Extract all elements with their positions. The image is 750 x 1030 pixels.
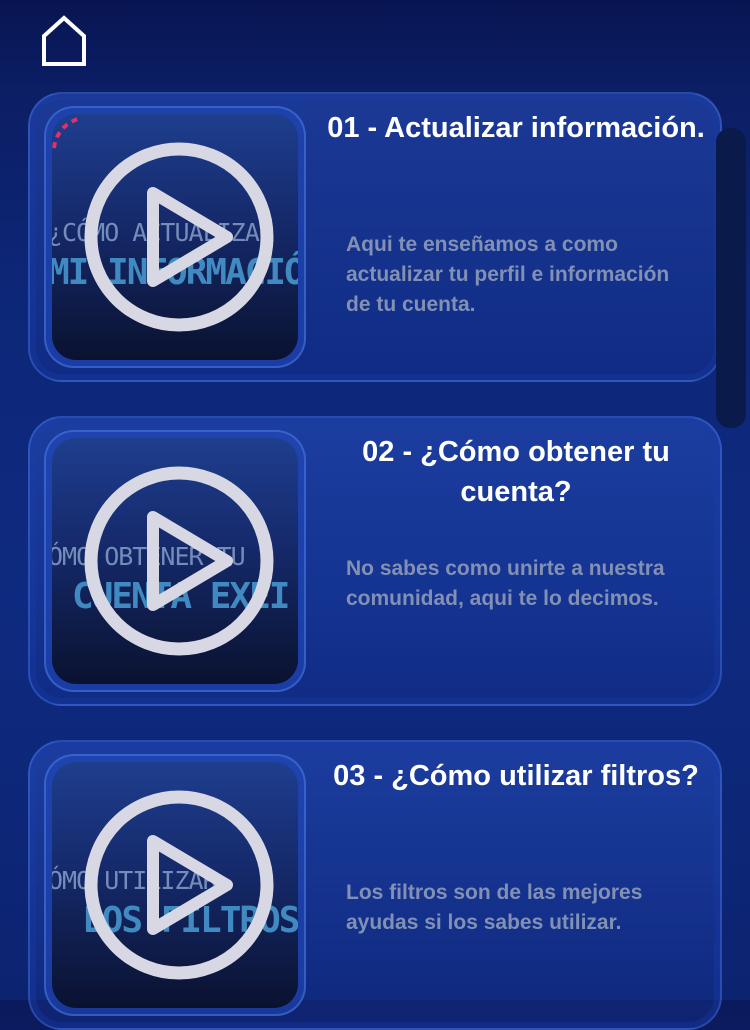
home-button[interactable]	[38, 12, 90, 68]
video-title: 03 - ¿Cómo utilizar filtros?	[333, 760, 699, 792]
thumbnail-caption-top: ómo obtener tu	[52, 542, 246, 571]
video-thumbnail[interactable]: ¿Cómo actualizar mi información	[52, 114, 298, 360]
video-list: ¿Cómo actualizar mi información 01 - Act…	[0, 86, 750, 1030]
video-card-1[interactable]: ¿Cómo actualizar mi información 01 - Act…	[28, 92, 722, 382]
video-thumbnail[interactable]: ómo obtener tu cuenta Exei	[52, 438, 298, 684]
video-description: Aqui te enseñamos a como actualizar tu p…	[346, 233, 670, 316]
thumbnail-caption-bottom: cuenta Exei	[72, 576, 290, 617]
loading-arc-decoration	[52, 116, 83, 149]
video-description: Los filtros son de las mejores ayudas si…	[346, 881, 643, 934]
video-thumbnail-frame: ómo utilizar los filtros	[44, 754, 306, 1016]
scrollbar-thumb[interactable]	[716, 128, 746, 428]
video-thumbnail[interactable]: ómo utilizar los filtros	[52, 762, 298, 1008]
top-bar	[0, 0, 750, 86]
video-title: 02 - ¿Cómo obtener tu cuenta?	[362, 436, 670, 508]
video-thumbnail-frame: ¿Cómo actualizar mi información	[44, 106, 306, 368]
video-card-3[interactable]: ómo utilizar los filtros 03 - ¿Cómo util…	[28, 740, 722, 1030]
video-description: No sabes como unirte a nuestra comunidad…	[346, 557, 665, 610]
thumbnail-caption-top: ómo utilizar	[52, 866, 218, 895]
video-thumbnail-frame: ómo obtener tu cuenta Exei	[44, 430, 306, 692]
home-icon	[42, 15, 86, 66]
video-card-2[interactable]: ómo obtener tu cuenta Exei 02 - ¿Cómo ob…	[28, 416, 722, 706]
thumbnail-caption-top: ¿Cómo actualizar	[52, 218, 274, 247]
thumbnail-caption-bottom: los filtros	[82, 900, 298, 941]
video-title: 01 - Actualizar información.	[327, 112, 705, 144]
thumbnail-caption-bottom: mi información	[52, 252, 298, 293]
